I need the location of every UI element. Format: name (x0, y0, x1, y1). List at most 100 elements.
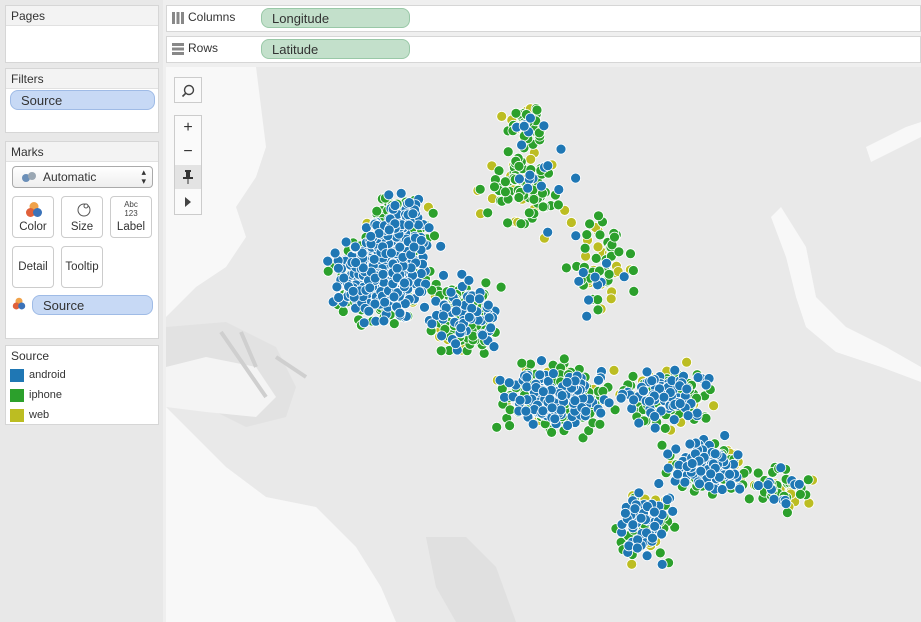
map-point[interactable] (495, 281, 507, 293)
map-point[interactable] (734, 483, 746, 495)
map-point[interactable] (626, 558, 638, 570)
rows-shelf[interactable]: Rows Latitude (166, 36, 921, 63)
map-point[interactable] (521, 372, 533, 383)
map-point[interactable] (633, 487, 645, 499)
map-point[interactable] (562, 420, 574, 431)
map-point[interactable] (493, 165, 505, 177)
map-point[interactable] (322, 265, 334, 277)
map-point[interactable] (445, 286, 457, 298)
map-point[interactable] (570, 172, 582, 184)
map-point[interactable] (394, 307, 406, 319)
map-point[interactable] (633, 417, 645, 429)
label-button[interactable]: Abc 123 Label (110, 196, 152, 238)
map-point[interactable] (363, 305, 375, 317)
map-point[interactable] (377, 268, 389, 280)
map-point[interactable] (415, 268, 427, 279)
map-point[interactable] (337, 306, 349, 317)
map-point[interactable] (474, 183, 486, 195)
color-source-pill[interactable]: Source (32, 295, 153, 315)
map-point[interactable] (608, 364, 620, 376)
map-point[interactable] (537, 386, 549, 398)
map-point[interactable] (503, 377, 515, 389)
map-point[interactable] (691, 407, 703, 419)
filter-source-pill[interactable]: Source (10, 90, 155, 110)
map-point[interactable] (613, 246, 625, 258)
map-point[interactable] (499, 176, 511, 188)
map-point[interactable] (627, 265, 639, 276)
map-point[interactable] (590, 252, 602, 264)
map-point[interactable] (627, 519, 639, 531)
map-point[interactable] (556, 390, 568, 401)
map-point[interactable] (637, 385, 649, 397)
map-point[interactable] (438, 269, 449, 281)
map-point[interactable] (364, 282, 376, 294)
map-point[interactable] (584, 218, 596, 230)
map-point[interactable] (694, 478, 705, 490)
map-point[interactable] (552, 199, 564, 211)
map-point[interactable] (383, 189, 395, 201)
legend-item-android[interactable]: android (10, 368, 66, 384)
map-view[interactable]: + − (166, 67, 921, 622)
map-point[interactable] (802, 474, 814, 486)
map-point[interactable] (603, 397, 615, 409)
map-point[interactable] (368, 253, 380, 265)
map-point[interactable] (482, 207, 494, 219)
map-point[interactable] (391, 262, 403, 274)
map-point[interactable] (705, 468, 717, 480)
map-point[interactable] (450, 338, 462, 350)
map-point[interactable] (383, 224, 395, 236)
map-point[interactable] (628, 285, 640, 297)
map-point[interactable] (643, 395, 655, 407)
map-point[interactable] (408, 241, 420, 253)
map-point[interactable] (629, 503, 641, 515)
size-button[interactable]: Size (61, 196, 103, 238)
mark-type-dropdown[interactable]: Automatic ▴ ▾ (12, 166, 153, 188)
map-point[interactable] (668, 414, 680, 426)
latitude-pill[interactable]: Latitude (261, 39, 410, 59)
map-point[interactable] (504, 420, 516, 432)
map-point[interactable] (494, 374, 506, 386)
map-point[interactable] (435, 240, 447, 252)
map-point[interactable] (489, 181, 500, 193)
map-point[interactable] (647, 532, 658, 544)
map-point[interactable] (525, 153, 537, 165)
map-point[interactable] (646, 375, 658, 387)
longitude-pill[interactable]: Longitude (261, 8, 410, 28)
map-point[interactable] (513, 192, 525, 203)
map-point[interactable] (592, 241, 604, 253)
map-point[interactable] (333, 292, 345, 303)
map-point[interactable] (703, 480, 715, 492)
map-point[interactable] (388, 291, 400, 303)
map-point[interactable] (542, 226, 554, 238)
map-point[interactable] (555, 404, 567, 416)
map-point[interactable] (724, 468, 735, 480)
map-point[interactable] (423, 222, 435, 234)
map-point[interactable] (649, 520, 661, 532)
map-point[interactable] (662, 448, 674, 460)
map-point[interactable] (592, 294, 604, 306)
map-point[interactable] (340, 236, 352, 248)
map-point[interactable] (522, 182, 534, 194)
map-point[interactable] (435, 345, 447, 357)
map-point[interactable] (407, 208, 419, 220)
map-point[interactable] (329, 247, 341, 259)
map-point[interactable] (527, 418, 539, 430)
map-point[interactable] (378, 315, 390, 327)
map-point[interactable] (716, 484, 728, 495)
map-point[interactable] (674, 398, 686, 409)
map-point[interactable] (538, 120, 550, 132)
map-point[interactable] (618, 271, 630, 283)
map-point[interactable] (692, 372, 704, 383)
map-point[interactable] (700, 379, 712, 391)
map-point[interactable] (795, 488, 806, 500)
detail-button[interactable]: Detail (12, 246, 54, 288)
zoom-out-button[interactable]: − (174, 140, 202, 165)
map-point[interactable] (496, 111, 508, 122)
map-point[interactable] (573, 275, 585, 287)
tooltip-button[interactable]: Tooltip (61, 246, 103, 288)
map-point[interactable] (528, 193, 540, 205)
map-point[interactable] (555, 143, 567, 155)
map-point[interactable] (521, 381, 533, 393)
map-point[interactable] (695, 465, 707, 477)
map-point[interactable] (394, 241, 406, 253)
